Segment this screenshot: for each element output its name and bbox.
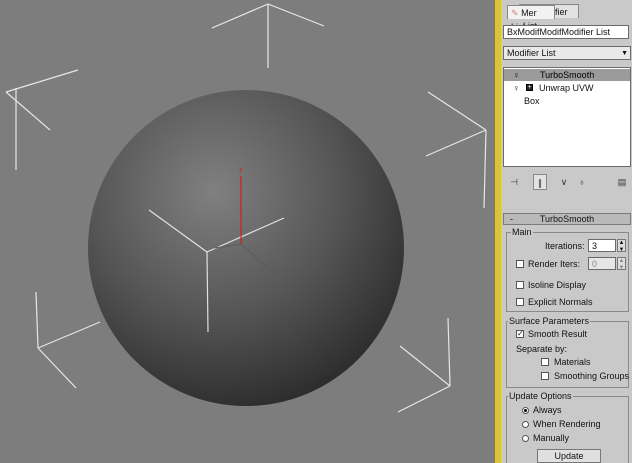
rollout-title: TurboSmooth <box>539 214 595 224</box>
render-iters-label: Render Iters: <box>528 259 581 269</box>
show-end-result-icon[interactable]: ∥ <box>533 174 547 190</box>
stack-toolbar: ⊣ ∥ ∨ ♁ ▤ <box>503 174 631 192</box>
modifier-list-dropdown-label: Modifier List <box>507 48 556 58</box>
iterations-spinner[interactable]: ▲ ▼ <box>617 239 626 253</box>
isoline-display-label: Isoline Display <box>528 280 587 290</box>
always-label: Always <box>533 405 562 415</box>
render-iters-input[interactable]: 0 <box>588 257 616 270</box>
when-rendering-label: When Rendering <box>533 419 601 429</box>
stack-item-label: Unwrap UVW <box>539 83 594 93</box>
turbosmooth-rollout-header[interactable]: - TurboSmooth <box>503 213 631 225</box>
viewport-scene <box>5 3 487 413</box>
main-group-label: Main <box>511 227 533 237</box>
chevron-down-icon: ▼ <box>621 50 628 57</box>
always-radio[interactable] <box>522 407 529 414</box>
update-button[interactable]: Update <box>537 449 601 463</box>
expand-icon[interactable]: + <box>526 84 533 91</box>
manually-label: Manually <box>533 433 570 443</box>
lightbulb-icon[interactable]: ♀ <box>513 69 520 81</box>
smooth-result-checkbox[interactable]: ✓ <box>516 330 524 338</box>
surface-parameters-group: Surface Parameters ✓ Smooth Result Separ… <box>506 316 630 388</box>
perspective-viewport[interactable]: z <box>0 0 494 463</box>
tab-icon: ✎ <box>511 8 519 18</box>
modifier-stack: ♀ TurboSmooth ♀ + Unwrap UVW Box <box>503 67 631 167</box>
iterations-label: Iterations: <box>545 241 585 251</box>
z-axis-label: z <box>239 167 243 174</box>
lightbulb-icon[interactable]: ♀ <box>513 82 520 94</box>
smoothing-groups-checkbox[interactable] <box>541 372 549 380</box>
render-iters-spinner[interactable]: ▲ ▼ <box>617 257 626 271</box>
smoothing-groups-label: Smoothing Groups <box>554 371 630 381</box>
smooth-result-label: Smooth Result <box>528 329 588 339</box>
remove-modifier-icon[interactable]: ♁ <box>575 174 589 190</box>
iterations-input[interactable]: 3 <box>588 239 616 252</box>
active-viewport-border <box>494 0 501 463</box>
stack-item-unwrap-uvw[interactable]: ♀ + Unwrap UVW <box>504 82 630 94</box>
collapse-icon: - <box>510 214 513 224</box>
pin-stack-icon[interactable]: ⊣ <box>507 174 521 190</box>
manually-radio[interactable] <box>522 435 529 442</box>
materials-checkbox[interactable] <box>541 358 549 366</box>
configure-modifier-sets-icon[interactable]: ▤ <box>615 174 629 190</box>
separate-by-label: Separate by: <box>516 344 568 354</box>
modifier-name-field[interactable]: BxModifModifModifier List <box>503 25 629 39</box>
when-rendering-radio[interactable] <box>522 421 529 428</box>
stack-item-label: Box <box>524 96 540 106</box>
modifier-list-dropdown[interactable]: Modifier List ▼ <box>503 46 631 60</box>
surface-parameters-label: Surface Parameters <box>508 316 591 326</box>
main-group: Main Iterations: 3 ▲ ▼ Render Iters: 0 ▲ ▼… <box>506 227 629 312</box>
render-iters-checkbox[interactable] <box>516 260 524 268</box>
update-options-group: Update Options Always When Rendering Man… <box>506 391 629 463</box>
isoline-display-checkbox[interactable] <box>516 281 524 289</box>
stack-item-label: TurboSmooth <box>540 70 595 80</box>
stack-item-box[interactable]: Box <box>504 95 630 107</box>
explicit-normals-label: Explicit Normals <box>528 297 593 307</box>
make-unique-icon[interactable]: ∨ <box>557 174 571 190</box>
command-panel: ifier List ✎ Mer List BxModifModifModifi… <box>501 0 632 463</box>
explicit-normals-checkbox[interactable] <box>516 298 524 306</box>
tab-modifier-list[interactable]: ✎ Mer List <box>507 5 555 32</box>
update-options-label: Update Options <box>508 391 573 401</box>
stack-item-turbosmooth[interactable]: ♀ TurboSmooth <box>504 69 630 81</box>
materials-label: Materials <box>554 357 591 367</box>
